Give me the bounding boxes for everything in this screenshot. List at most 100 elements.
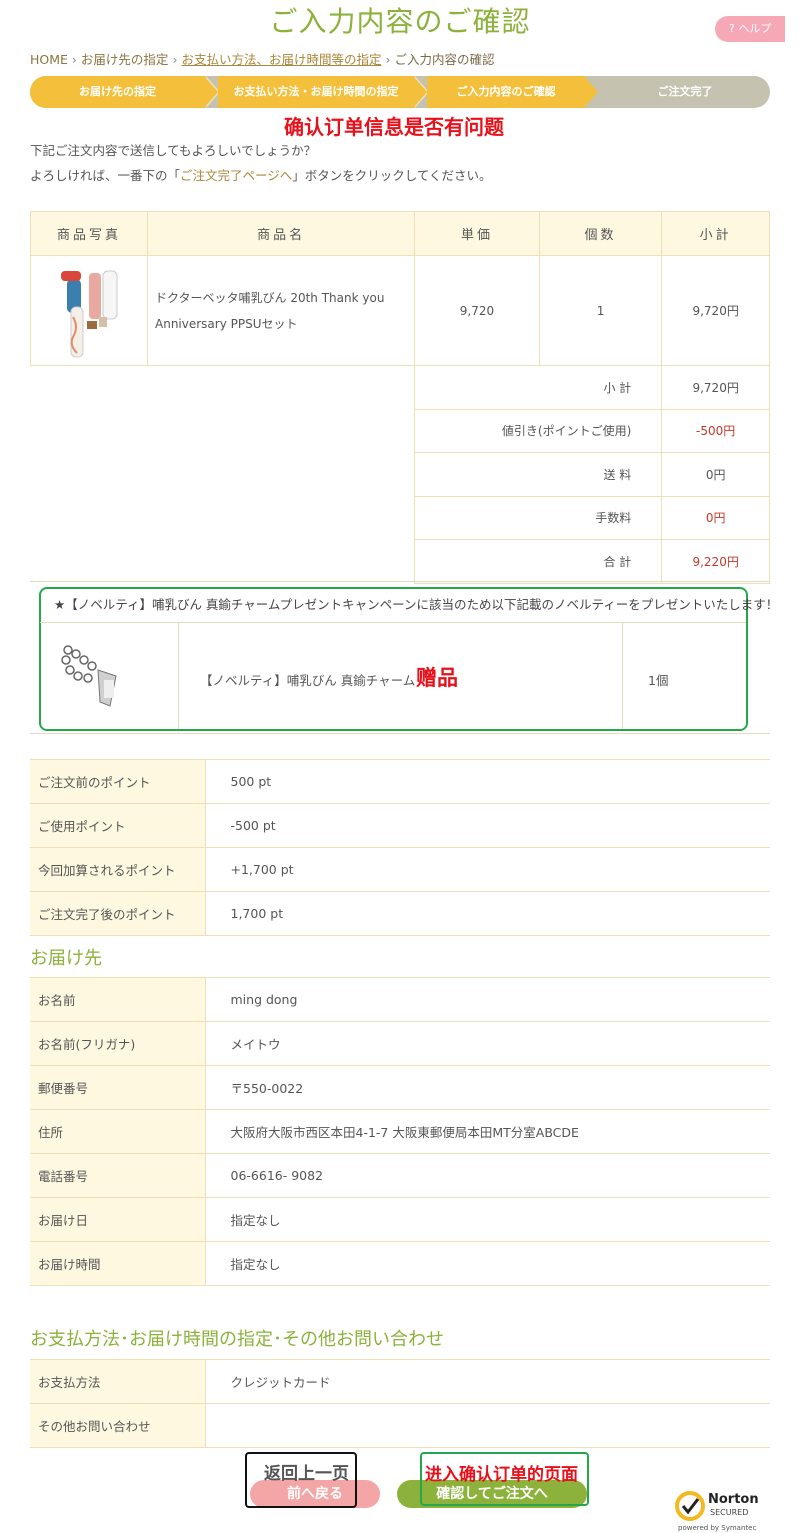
step-delivery: お届け先の指定 [30,76,205,108]
quantity: 1 [538,255,663,366]
points-value: -500 pt [205,803,770,848]
delivery-value: 指定なし [205,1197,770,1242]
table-row: ご注文完了後のポイント 1,700 pt [30,891,770,936]
summary-value: 9,720円 [661,365,770,410]
product-name-cell: ドクターベッタ哺乳びん 20th Thank you Anniversary P… [146,255,416,366]
intro-text: よろしければ、一番下の「 [30,168,181,183]
payment-label: その他お問い合わせ [30,1403,206,1448]
payment-value: クレジットカード [205,1359,770,1404]
step-divider [413,76,427,108]
summary-label: 手数料 [414,495,663,540]
delivery-value: 06-6616- 9082 [205,1153,770,1198]
delivery-value: 指定なし [205,1241,770,1286]
delivery-value: メイトウ [205,1021,770,1066]
delivery-label: お名前(フリガナ) [30,1021,206,1066]
chevron-right-icon: › [71,52,77,67]
points-value: +1,700 pt [205,847,770,892]
breadcrumb-payment[interactable]: お支払い方法、お届け時間等の指定 [181,52,381,67]
table-row: お名前(フリガナ) メイトウ [30,1021,770,1066]
baby-bottle-set-image [61,270,118,357]
progress-steps: お届け先の指定 お支払い方法・お届け時間の指定 ご入力内容のご確認 ご注文完了 [30,76,770,108]
chevron-right-icon: › [172,52,178,67]
header-name: 商品名 [146,211,416,256]
norton-secured: SECURED [710,1508,749,1517]
delivery-heading: お届け先 [30,948,102,969]
item-subtotal: 9,720円 [661,255,770,366]
breadcrumb-home[interactable]: HOME [30,52,68,67]
points-label: 今回加算されるポイント [30,847,206,892]
table-row: お届け日 指定なし [30,1197,770,1242]
table-row: お支払方法 クレジットカード [30,1359,770,1404]
delivery-table: お名前 ming dong お名前(フリガナ) メイトウ 郵便番号 〒550-0022… [30,977,770,1286]
divider [178,623,179,729]
table-row: 電話番号 06-6616- 9082 [30,1153,770,1198]
delivery-label: お名前 [30,977,206,1022]
breadcrumb: HOME › お届け先の指定 › お支払い方法、お届け時間等の指定 › ご入力内容の確認 [30,49,494,68]
summary-label: 送 料 [414,452,663,497]
table-row: 今回加算されるポイント +1,700 pt [30,847,770,892]
table-row: 郵便番号 〒550-0022 [30,1065,770,1110]
breadcrumb-delivery[interactable]: お届け先の指定 [81,52,169,67]
help-button[interactable]: ? ヘルプ [715,16,785,42]
points-value: 500 pt [205,759,770,804]
novelty-name: 【ノベルティ】哺乳びん 真鍮チャーム [200,673,416,688]
table-row: お届け時間 指定なし [30,1241,770,1286]
delivery-label: 電話番号 [30,1153,206,1198]
order-table: 商品写真 商品名 単価 個数 小計 ドクターベッタ哺乳びん 20th Thank… [30,211,770,584]
payment-table: お支払方法 クレジットカード その他お問い合わせ [30,1359,770,1448]
header-subtotal: 小計 [661,211,770,256]
delivery-value: 大阪府大阪市西区本田4-1-7 大阪東郵便局本田MT分室ABCDE [205,1109,770,1154]
page-title: ご入力内容のご確認 [269,5,531,38]
table-row: 住所 大阪府大阪市西区本田4-1-7 大阪東郵便局本田MT分室ABCDE [30,1109,770,1154]
payment-label: お支払方法 [30,1359,206,1404]
step-confirm: ご入力内容のご確認 [427,76,585,108]
payment-heading: お支払方法･お届け時間の指定･その他お問い合わせ [30,1329,444,1350]
norton-secured-badge[interactable]: Norton SECURED powered by Symantec [672,1484,767,1532]
novelty-qty: 1個 [648,673,669,688]
summary-spacer [30,365,416,583]
points-table: ご注文前のポイント 500 pt ご使用ポイント -500 pt 今回加算されるポイ… [30,759,770,936]
header-photo: 商品写真 [30,211,148,256]
table-row: お名前 ming dong [30,977,770,1022]
table-row: その他お問い合わせ [30,1403,770,1448]
delivery-label: 住所 [30,1109,206,1154]
intro-text: 」ボタンをクリックしてください。 [292,168,492,183]
divider [622,623,623,729]
intro-line-1: 下記ご注文内容で送信してもよろしいでしょうか？ [30,143,317,158]
summary-value: 0円 [661,495,770,540]
product-name-line-1: ドクターベッタ哺乳びん 20th Thank you [155,290,385,305]
step-divider [584,76,598,108]
step-complete: ご注文完了 [657,85,713,98]
product-photo[interactable] [30,255,148,366]
table-row: ご使用ポイント -500 pt [30,803,770,848]
summary-total: 9,220円 [661,539,770,584]
breadcrumb-current: ご入力内容の確認 [394,52,495,67]
table-row: ご注文前のポイント 500 pt [30,759,770,804]
product-name-line-2: Anniversary PPSUセット [155,316,298,331]
divider [40,622,746,623]
table-row: ドクターベッタ哺乳びん 20th Thank you Anniversary P… [30,255,770,366]
intro-link: ご注文完了ページへ [180,168,293,183]
brass-charm-image [61,645,117,707]
header-price: 単価 [414,211,540,256]
norton-brand: Norton [708,1492,759,1507]
novelty-title: ★【ノベルティ】哺乳びん 真鍮チャームプレゼントキャンペーンに該当のため以下記載… [54,597,779,612]
annotation-next: 进入确认订单的页面 [425,1465,578,1485]
summary-row: 小 計 9,720円 [30,365,770,583]
annotation-confirm: 确认订单信息是否有问题 [284,115,504,139]
summary-value: 0円 [661,452,770,497]
summary-label: 小 計 [414,365,663,410]
intro-line-2: よろしければ、一番下の「ご注文完了ページへ」ボタンをクリックしてください。 [30,165,492,184]
step-divider [204,76,218,108]
points-label: ご注文完了後のポイント [30,891,206,936]
chevron-right-icon: › [385,52,391,67]
header-qty: 個数 [538,211,663,256]
delivery-value: ming dong [205,977,770,1022]
payment-value [205,1403,770,1448]
step-payment: お支払い方法・お届け時間の指定 [218,76,414,108]
summary-label: 値引き(ポイントご使用) [414,408,663,453]
summary-value: -500円 [661,408,770,453]
delivery-label: お届け日 [30,1197,206,1242]
norton-powered: powered by Symantec [678,1524,757,1532]
points-value: 1,700 pt [205,891,770,936]
